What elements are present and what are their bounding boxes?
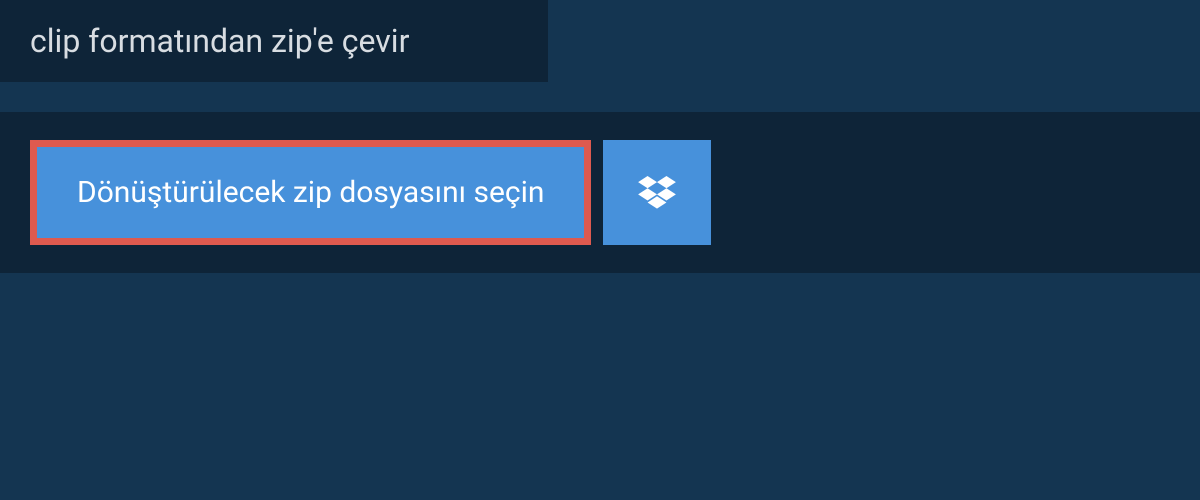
dropbox-icon: [638, 176, 676, 210]
file-select-label: Dönüştürülecek zip dosyasını seçin: [77, 175, 544, 210]
upload-panel: Dönüştürülecek zip dosyasını seçin: [0, 112, 1200, 273]
page-title: clip formatından zip'e çevir: [30, 22, 409, 60]
button-row: Dönüştürülecek zip dosyasını seçin: [30, 140, 1170, 245]
page-title-tab: clip formatından zip'e çevir: [0, 0, 548, 82]
dropbox-button[interactable]: [603, 140, 711, 245]
file-select-button[interactable]: Dönüştürülecek zip dosyasını seçin: [30, 140, 591, 245]
